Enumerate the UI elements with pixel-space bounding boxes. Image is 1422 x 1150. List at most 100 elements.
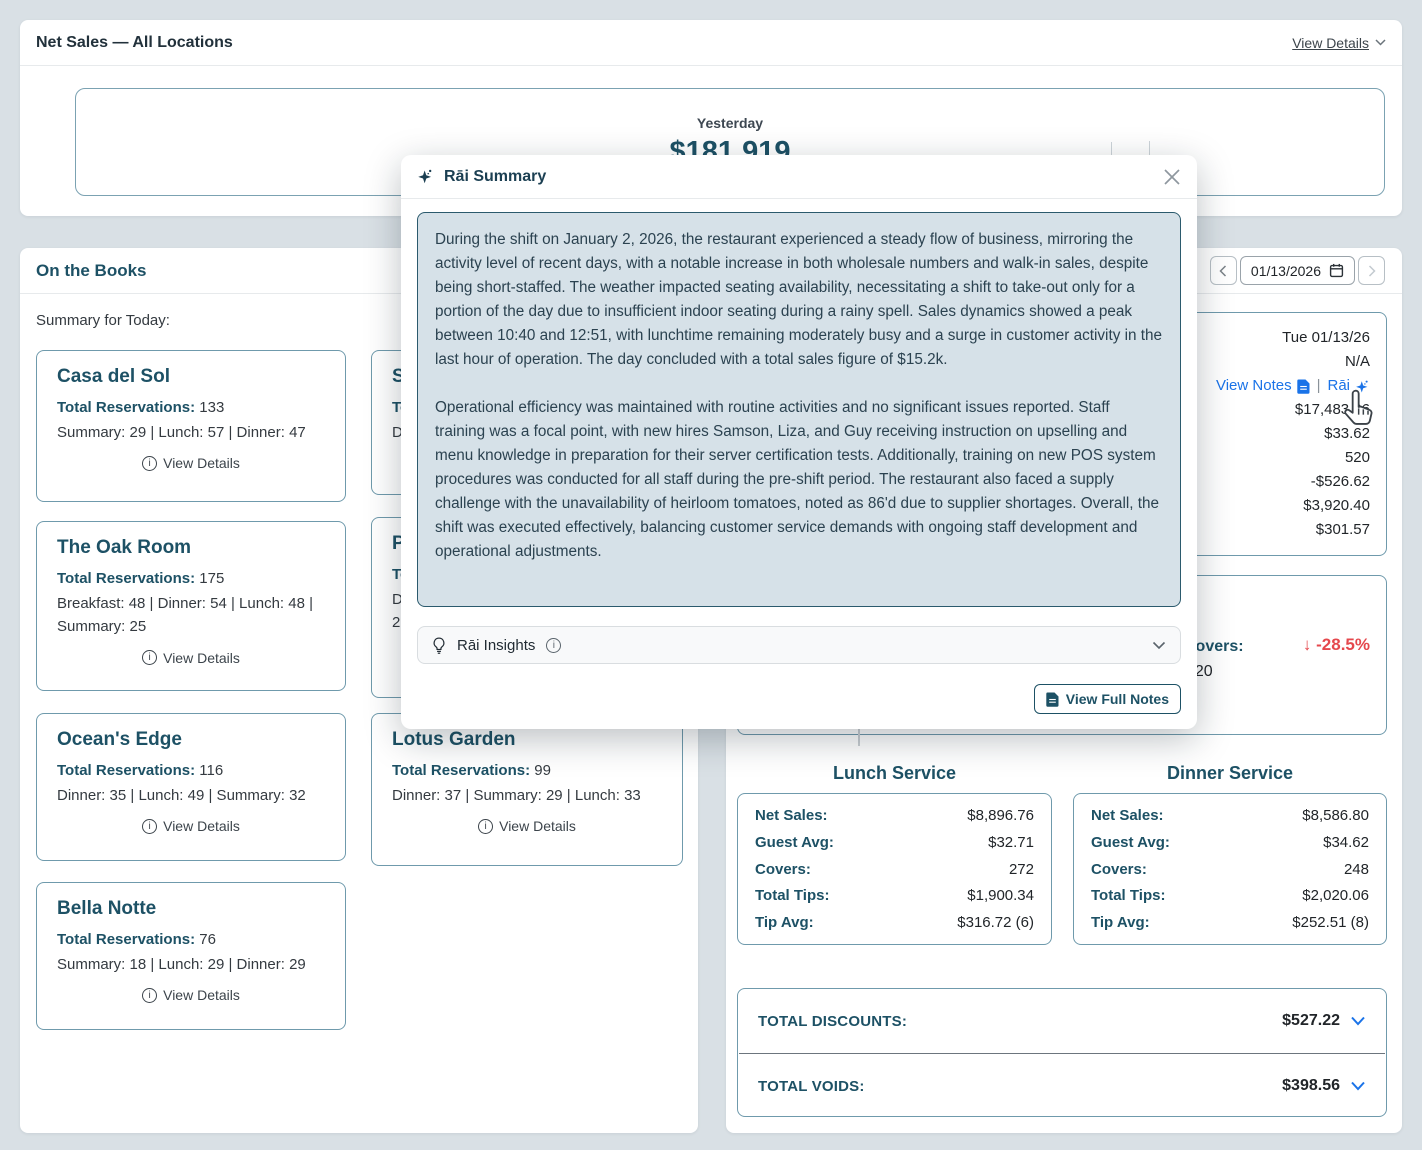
info-icon: i xyxy=(546,638,561,653)
total-reservations-label: Total Reservations: xyxy=(57,931,195,948)
dinner-service-heading: Dinner Service xyxy=(1073,763,1387,784)
lunch-service-card: Net Sales: $8,896.76 Guest Avg: $32.71 Cov… xyxy=(737,793,1052,945)
view-details-label: View Details xyxy=(499,818,576,834)
next-day-button[interactable] xyxy=(1358,256,1385,285)
restaurant-card-lotus-garden: Lotus Garden Total Reservations: 99 Dinn… xyxy=(371,713,683,866)
guest-avg-label: Guest Avg: xyxy=(755,834,834,851)
net-sales-value: $8,896.76 xyxy=(967,807,1034,824)
restaurant-name: Casa del Sol xyxy=(57,366,325,388)
view-details-link[interactable]: i View Details xyxy=(392,818,662,834)
expand-voids-chevron-icon[interactable] xyxy=(1350,1081,1366,1091)
modal-title: Rāi Summary xyxy=(444,168,546,186)
covers-label: Covers: xyxy=(1091,861,1147,878)
view-notes-link[interactable]: View Notes xyxy=(1216,374,1310,398)
covers-label: Covers: xyxy=(755,861,811,878)
link-separator: | xyxy=(1317,374,1321,398)
tab-divider xyxy=(858,726,860,746)
total-tips-value: $2,020.06 xyxy=(1302,887,1369,904)
rai-insights-accordion[interactable]: Rāi Insights i xyxy=(417,626,1181,664)
dashboard-page: Net Sales — All Locations View Details Y… xyxy=(0,0,1422,1150)
reservation-breakdown: Summary: 18 | Lunch: 29 | Dinner: 29 xyxy=(57,953,325,976)
lunch-service-heading: Lunch Service xyxy=(737,763,1052,784)
total-reservations-label: Total Reservations: xyxy=(392,762,530,779)
net-sales-value: $8,586.80 xyxy=(1302,807,1369,824)
info-icon: i xyxy=(142,819,157,834)
total-reservations-value: 133 xyxy=(199,399,224,416)
rai-label: Rāi xyxy=(1327,374,1350,398)
restaurant-card-the-oak-room: The Oak Room Total Reservations: 175 Bre… xyxy=(36,521,346,691)
calendar-icon[interactable] xyxy=(1329,263,1344,278)
rai-summary-modal: Rāi Summary During the shift on January … xyxy=(401,155,1197,729)
total-tips-label: Total Tips: xyxy=(1091,887,1165,904)
reservation-breakdown: Dinner: 37 | Summary: 29 | Lunch: 33 xyxy=(392,784,662,807)
info-icon: i xyxy=(142,456,157,471)
net-sales-view-details-link[interactable]: View Details xyxy=(1292,35,1386,51)
covers-value: 248 xyxy=(1344,861,1369,878)
tip-avg-value: $252.51 (8) xyxy=(1292,914,1369,931)
total-reservations-label: Total Reservations: xyxy=(57,762,195,779)
view-details-label: View Details xyxy=(1292,35,1369,51)
view-details-link[interactable]: i View Details xyxy=(57,455,325,471)
rai-link[interactable]: Rāi xyxy=(1327,374,1370,398)
net-sales-label: Net Sales: xyxy=(1091,807,1164,824)
summary-paragraph-2: Operational efficiency was maintained wi… xyxy=(435,396,1163,564)
sparkle-icon xyxy=(417,168,434,185)
restaurant-name: Ocean's Edge xyxy=(57,729,325,751)
period-label: Yesterday xyxy=(697,115,763,131)
total-voids-label: TOTAL VOIDS: xyxy=(758,1078,865,1095)
info-icon: i xyxy=(478,819,493,834)
modal-header: Rāi Summary xyxy=(401,155,1197,199)
date-input[interactable]: 01/13/2026 xyxy=(1240,256,1355,285)
view-details-label: View Details xyxy=(163,987,240,1003)
summary-text-box: During the shift on January 2, 2026, the… xyxy=(417,212,1181,607)
dinner-service-card: Net Sales:$8,586.80 Guest Avg:$34.62 Cov… xyxy=(1073,793,1387,945)
info-icon: i xyxy=(142,650,157,665)
restaurant-card-bella-notte: Bella Notte Total Reservations: 76 Summa… xyxy=(36,882,346,1030)
restaurant-card-oceans-edge: Ocean's Edge Total Reservations: 116 Din… xyxy=(36,713,346,861)
restaurant-name: The Oak Room xyxy=(57,537,325,559)
view-details-link[interactable]: i View Details xyxy=(57,987,325,1003)
total-discounts-value: $527.22 xyxy=(1282,1012,1340,1030)
date-navigation: 01/13/2026 xyxy=(1210,256,1385,285)
on-the-books-title: On the Books xyxy=(36,261,147,281)
arrow-down-icon: ↓ xyxy=(1303,635,1312,654)
total-voids-value: $398.56 xyxy=(1282,1077,1340,1095)
expand-discounts-chevron-icon[interactable] xyxy=(1350,1016,1366,1026)
summary-paragraph-1: During the shift on January 2, 2026, the… xyxy=(435,228,1163,372)
total-discounts-label: TOTAL DISCOUNTS: xyxy=(758,1013,907,1030)
summary-for-today-label: Summary for Today: xyxy=(36,312,170,329)
reservation-breakdown: Dinner: 35 | Lunch: 49 | Summary: 32 xyxy=(57,784,325,807)
close-icon[interactable] xyxy=(1163,168,1181,186)
view-details-link[interactable]: i View Details xyxy=(57,818,325,834)
rai-insights-label: Rāi Insights xyxy=(457,637,535,654)
previous-day-button[interactable] xyxy=(1210,256,1237,285)
covers-delta: ↓ -28.5% xyxy=(1303,635,1370,655)
tip-avg-value: $316.72 (6) xyxy=(957,914,1034,931)
total-voids-row: TOTAL VOIDS: $398.56 xyxy=(738,1054,1386,1118)
restaurant-name: Lotus Garden xyxy=(392,729,662,751)
total-reservations-value: 116 xyxy=(199,762,223,779)
chevron-left-icon xyxy=(1219,265,1227,277)
total-tips-label: Total Tips: xyxy=(755,887,829,904)
view-details-label: View Details xyxy=(163,455,240,471)
document-icon xyxy=(1046,692,1059,707)
net-sales-header: Net Sales — All Locations View Details xyxy=(20,20,1402,66)
tip-avg-label: Tip Avg: xyxy=(755,914,814,931)
net-sales-label: Net Sales: xyxy=(755,807,828,824)
reservation-breakdown: Breakfast: 48 | Dinner: 54 | Lunch: 48 |… xyxy=(57,592,325,639)
view-full-notes-button[interactable]: View Full Notes xyxy=(1034,684,1181,714)
date-value: 01/13/2026 xyxy=(1251,263,1321,279)
guest-avg-label: Guest Avg: xyxy=(1091,834,1170,851)
total-reservations-value: 175 xyxy=(199,570,224,587)
chevron-down-icon xyxy=(1152,641,1166,650)
covers-value: 272 xyxy=(1009,861,1034,878)
view-details-link[interactable]: iView Details xyxy=(57,650,325,666)
info-icon: i xyxy=(142,988,157,1003)
total-reservations-label: Total Reservations: xyxy=(57,399,195,416)
document-icon xyxy=(1297,379,1310,394)
delta-value: -28.5% xyxy=(1316,635,1370,654)
guest-avg-value: $32.71 xyxy=(988,834,1034,851)
view-notes-label: View Notes xyxy=(1216,374,1292,398)
view-details-label: View Details xyxy=(163,818,240,834)
restaurant-card-casa-del-sol: Casa del Sol Total Reservations: 133 Sum… xyxy=(36,350,346,502)
